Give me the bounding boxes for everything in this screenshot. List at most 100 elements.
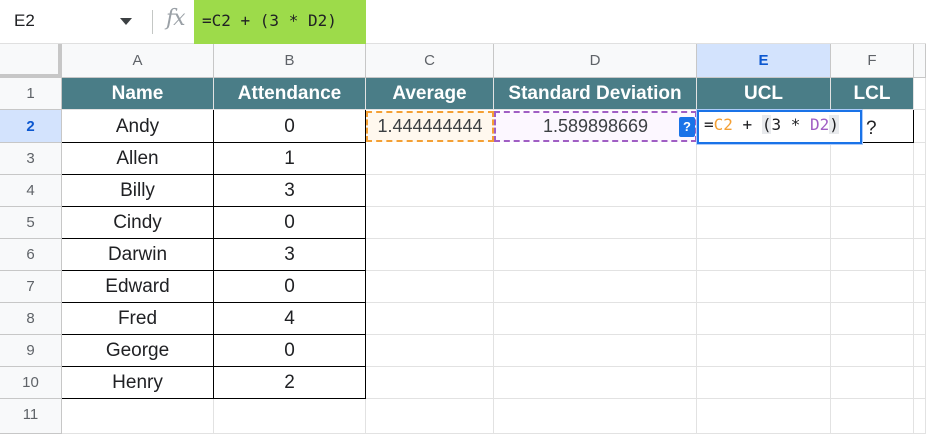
- row-header-8[interactable]: 8: [0, 303, 62, 335]
- empty-cell[interactable]: [697, 175, 831, 207]
- formula-token-c2: C2: [713, 115, 733, 134]
- column-header-e[interactable]: E: [697, 44, 831, 78]
- row-header-6[interactable]: 6: [0, 239, 62, 271]
- empty-cell[interactable]: [697, 143, 831, 175]
- row-header-11[interactable]: 11: [0, 399, 62, 434]
- empty-cell[interactable]: [831, 303, 914, 335]
- empty-cell[interactable]: [914, 78, 926, 110]
- empty-cell[interactable]: [697, 239, 831, 271]
- empty-cell[interactable]: [366, 143, 494, 175]
- row-header-7[interactable]: 7: [0, 271, 62, 303]
- cell-name[interactable]: Henry: [62, 367, 214, 399]
- header-standard-deviation[interactable]: Standard Deviation: [494, 78, 697, 110]
- empty-cell[interactable]: [914, 175, 926, 207]
- empty-cell[interactable]: [831, 367, 914, 399]
- cell-name[interactable]: Allen: [62, 143, 214, 175]
- column-header-b[interactable]: B: [214, 44, 366, 78]
- row-header-10[interactable]: 10: [0, 367, 62, 399]
- header-ucl[interactable]: UCL: [697, 78, 831, 110]
- cell-d2-standard-deviation[interactable]: 1.589898669: [496, 113, 695, 140]
- select-all-corner[interactable]: [0, 44, 62, 78]
- empty-cell[interactable]: [494, 207, 697, 239]
- empty-cell[interactable]: [697, 399, 831, 434]
- empty-cell[interactable]: [697, 271, 831, 303]
- empty-cell[interactable]: [914, 271, 926, 303]
- empty-cell[interactable]: [831, 239, 914, 271]
- cell-attendance[interactable]: 0: [214, 207, 366, 239]
- column-header-c[interactable]: C: [366, 44, 494, 78]
- header-average[interactable]: Average: [366, 78, 494, 110]
- row-header-1[interactable]: 1: [0, 78, 62, 110]
- name-box[interactable]: E2: [0, 0, 150, 44]
- empty-cell[interactable]: [914, 303, 926, 335]
- cell-attendance[interactable]: 4: [214, 303, 366, 335]
- cell-name[interactable]: George: [62, 335, 214, 367]
- cell-attendance[interactable]: 1: [214, 143, 366, 175]
- empty-cell[interactable]: [831, 143, 914, 175]
- empty-cell[interactable]: [494, 239, 697, 271]
- header-attendance[interactable]: Attendance: [214, 78, 366, 110]
- cell-attendance[interactable]: 3: [214, 239, 366, 271]
- cell-name[interactable]: Cindy: [62, 207, 214, 239]
- empty-cell[interactable]: [366, 175, 494, 207]
- empty-cell[interactable]: [366, 303, 494, 335]
- empty-cell[interactable]: [831, 271, 914, 303]
- empty-cell[interactable]: [62, 399, 214, 434]
- empty-cell[interactable]: [914, 399, 926, 434]
- empty-cell[interactable]: [366, 207, 494, 239]
- cell-name[interactable]: Darwin: [62, 239, 214, 271]
- empty-cell[interactable]: [914, 335, 926, 367]
- row-header-9[interactable]: 9: [0, 335, 62, 367]
- empty-cell[interactable]: [494, 399, 697, 434]
- cell-f2-lcl[interactable]: ?: [862, 110, 914, 143]
- empty-cell[interactable]: [914, 143, 926, 175]
- chevron-down-icon[interactable]: [120, 18, 132, 25]
- empty-cell[interactable]: [494, 143, 697, 175]
- header-lcl[interactable]: LCL: [831, 78, 914, 110]
- cell-name[interactable]: Billy: [62, 175, 214, 207]
- column-header-a[interactable]: A: [62, 44, 214, 78]
- row-header-5[interactable]: 5: [0, 207, 62, 239]
- formula-help-badge[interactable]: ?: [679, 117, 695, 137]
- empty-cell[interactable]: [914, 367, 926, 399]
- cell-c2-average[interactable]: 1.444444444: [368, 113, 492, 140]
- empty-cell[interactable]: [366, 271, 494, 303]
- cell-attendance[interactable]: 0: [214, 335, 366, 367]
- empty-cell[interactable]: [914, 239, 926, 271]
- empty-cell[interactable]: [831, 207, 914, 239]
- empty-cell[interactable]: [831, 335, 914, 367]
- empty-cell[interactable]: [366, 335, 494, 367]
- empty-cell[interactable]: [914, 207, 926, 239]
- empty-cell[interactable]: [494, 303, 697, 335]
- row-header-2[interactable]: 2: [0, 110, 62, 143]
- cell-attendance[interactable]: 0: [214, 271, 366, 303]
- empty-cell[interactable]: [366, 399, 494, 434]
- cell-attendance[interactable]: 2: [214, 367, 366, 399]
- empty-cell[interactable]: [494, 367, 697, 399]
- empty-cell[interactable]: [494, 335, 697, 367]
- empty-cell[interactable]: [697, 207, 831, 239]
- column-header-g[interactable]: [914, 44, 926, 78]
- cell-name[interactable]: Fred: [62, 303, 214, 335]
- empty-cell[interactable]: [494, 175, 697, 207]
- formula-input[interactable]: =C2 + (3 * D2): [194, 0, 366, 44]
- row-header-3[interactable]: 3: [0, 143, 62, 175]
- empty-cell[interactable]: [366, 367, 494, 399]
- column-header-f[interactable]: F: [831, 44, 914, 78]
- empty-cell[interactable]: [494, 271, 697, 303]
- empty-cell[interactable]: [214, 399, 366, 434]
- empty-cell[interactable]: [914, 110, 926, 143]
- column-header-d[interactable]: D: [494, 44, 697, 78]
- empty-cell[interactable]: [831, 399, 914, 434]
- empty-cell[interactable]: [366, 239, 494, 271]
- cell-name[interactable]: Andy: [62, 110, 214, 143]
- header-name[interactable]: Name: [62, 78, 214, 110]
- empty-cell[interactable]: [697, 367, 831, 399]
- empty-cell[interactable]: [697, 303, 831, 335]
- cell-name[interactable]: Edward: [62, 271, 214, 303]
- cell-attendance[interactable]: 3: [214, 175, 366, 207]
- cell-attendance[interactable]: 0: [214, 110, 366, 143]
- row-header-4[interactable]: 4: [0, 175, 62, 207]
- empty-cell[interactable]: [831, 175, 914, 207]
- empty-cell[interactable]: [697, 335, 831, 367]
